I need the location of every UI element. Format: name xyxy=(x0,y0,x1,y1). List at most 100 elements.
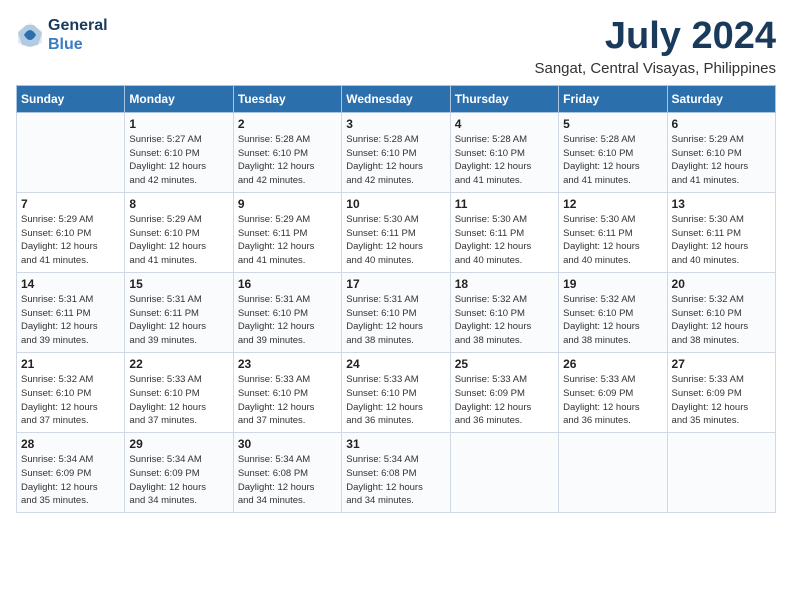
cell-info: Sunrise: 5:32 AM Sunset: 6:10 PM Dayligh… xyxy=(21,373,120,428)
calendar-cell: 2 Sunrise: 5:28 AM Sunset: 6:10 PM Daylig… xyxy=(233,112,341,192)
day-number: 22 xyxy=(129,357,228,371)
calendar-cell xyxy=(17,112,125,192)
cell-info: Sunrise: 5:28 AM Sunset: 6:10 PM Dayligh… xyxy=(455,133,554,188)
calendar-cell: 24 Sunrise: 5:33 AM Sunset: 6:10 PM Dayli… xyxy=(342,352,450,432)
day-number: 1 xyxy=(129,117,228,131)
calendar-week-4: 21 Sunrise: 5:32 AM Sunset: 6:10 PM Dayli… xyxy=(17,352,776,432)
cell-info: Sunrise: 5:34 AM Sunset: 6:08 PM Dayligh… xyxy=(238,453,337,508)
day-header-thursday: Thursday xyxy=(450,85,558,112)
cell-info: Sunrise: 5:33 AM Sunset: 6:10 PM Dayligh… xyxy=(346,373,445,428)
day-number: 12 xyxy=(563,197,662,211)
cell-info: Sunrise: 5:33 AM Sunset: 6:10 PM Dayligh… xyxy=(238,373,337,428)
day-number: 26 xyxy=(563,357,662,371)
calendar-cell: 4 Sunrise: 5:28 AM Sunset: 6:10 PM Daylig… xyxy=(450,112,558,192)
cell-info: Sunrise: 5:31 AM Sunset: 6:10 PM Dayligh… xyxy=(238,293,337,348)
calendar-week-1: 1 Sunrise: 5:27 AM Sunset: 6:10 PM Daylig… xyxy=(17,112,776,192)
calendar-cell: 19Sunrise: 5:32 AM Sunset: 6:10 PM Dayli… xyxy=(559,272,667,352)
day-number: 18 xyxy=(455,277,554,291)
cell-info: Sunrise: 5:27 AM Sunset: 6:10 PM Dayligh… xyxy=(129,133,228,188)
calendar-cell: 23 Sunrise: 5:33 AM Sunset: 6:10 PM Dayli… xyxy=(233,352,341,432)
day-number: 11 xyxy=(455,197,554,211)
cell-info: Sunrise: 5:29 AM Sunset: 6:10 PM Dayligh… xyxy=(21,213,120,268)
day-number: 16 xyxy=(238,277,337,291)
calendar-week-3: 14 Sunrise: 5:31 AM Sunset: 6:11 PM Dayli… xyxy=(17,272,776,352)
day-header-wednesday: Wednesday xyxy=(342,85,450,112)
calendar-cell: 13 Sunrise: 5:30 AM Sunset: 6:11 PM Dayli… xyxy=(667,192,775,272)
day-header-saturday: Saturday xyxy=(667,85,775,112)
day-number: 27 xyxy=(672,357,771,371)
cell-info: Sunrise: 5:33 AM Sunset: 6:09 PM Dayligh… xyxy=(563,373,662,428)
day-header-tuesday: Tuesday xyxy=(233,85,341,112)
day-number: 20 xyxy=(672,277,771,291)
calendar-cell: 14Sunrise: 5:31 AM Sunset: 6:11 PM Dayli… xyxy=(17,272,125,352)
cell-info: Sunrise: 5:30 AM Sunset: 6:11 PM Dayligh… xyxy=(346,213,445,268)
logo: General Blue xyxy=(16,16,108,54)
cell-info: Sunrise: 5:28 AM Sunset: 6:10 PM Dayligh… xyxy=(238,133,337,188)
cell-info: Sunrise: 5:29 AM Sunset: 6:10 PM Dayligh… xyxy=(129,213,228,268)
day-number: 29 xyxy=(129,437,228,451)
day-number: 8 xyxy=(129,197,228,211)
calendar-cell: 22 Sunrise: 5:33 AM Sunset: 6:10 PM Dayli… xyxy=(125,352,233,432)
day-number: 5 xyxy=(563,117,662,131)
day-number: 30 xyxy=(238,437,337,451)
day-number: 28 xyxy=(21,437,120,451)
calendar-cell: 1 Sunrise: 5:27 AM Sunset: 6:10 PM Daylig… xyxy=(125,112,233,192)
calendar-cell: 28 Sunrise: 5:34 AM Sunset: 6:09 PM Dayli… xyxy=(17,433,125,513)
calendar-week-5: 28 Sunrise: 5:34 AM Sunset: 6:09 PM Dayli… xyxy=(17,433,776,513)
cell-info: Sunrise: 5:34 AM Sunset: 6:09 PM Dayligh… xyxy=(21,453,120,508)
day-number: 4 xyxy=(455,117,554,131)
calendar-week-2: 7 Sunrise: 5:29 AM Sunset: 6:10 PM Daylig… xyxy=(17,192,776,272)
cell-info: Sunrise: 5:31 AM Sunset: 6:11 PM Dayligh… xyxy=(129,293,228,348)
calendar-cell: 21 Sunrise: 5:32 AM Sunset: 6:10 PM Dayli… xyxy=(17,352,125,432)
day-number: 14 xyxy=(21,277,120,291)
cell-info: Sunrise: 5:33 AM Sunset: 6:10 PM Dayligh… xyxy=(129,373,228,428)
day-number: 31 xyxy=(346,437,445,451)
day-number: 3 xyxy=(346,117,445,131)
month-title: July 2024 xyxy=(534,16,776,58)
day-number: 2 xyxy=(238,117,337,131)
calendar-cell: 17Sunrise: 5:31 AM Sunset: 6:10 PM Dayli… xyxy=(342,272,450,352)
cell-info: Sunrise: 5:32 AM Sunset: 6:10 PM Dayligh… xyxy=(672,293,771,348)
cell-info: Sunrise: 5:28 AM Sunset: 6:10 PM Dayligh… xyxy=(346,133,445,188)
cell-info: Sunrise: 5:30 AM Sunset: 6:11 PM Dayligh… xyxy=(672,213,771,268)
day-number: 24 xyxy=(346,357,445,371)
day-number: 10 xyxy=(346,197,445,211)
calendar-header-row: SundayMondayTuesdayWednesdayThursdayFrid… xyxy=(17,85,776,112)
day-number: 13 xyxy=(672,197,771,211)
cell-info: Sunrise: 5:34 AM Sunset: 6:08 PM Dayligh… xyxy=(346,453,445,508)
calendar-cell: 7 Sunrise: 5:29 AM Sunset: 6:10 PM Daylig… xyxy=(17,192,125,272)
calendar-cell: 6Sunrise: 5:29 AM Sunset: 6:10 PM Daylig… xyxy=(667,112,775,192)
calendar-cell: 10 Sunrise: 5:30 AM Sunset: 6:11 PM Dayli… xyxy=(342,192,450,272)
day-header-monday: Monday xyxy=(125,85,233,112)
calendar-cell: 25Sunrise: 5:33 AM Sunset: 6:09 PM Dayli… xyxy=(450,352,558,432)
calendar-cell: 18Sunrise: 5:32 AM Sunset: 6:10 PM Dayli… xyxy=(450,272,558,352)
calendar-body: 1 Sunrise: 5:27 AM Sunset: 6:10 PM Daylig… xyxy=(17,112,776,512)
calendar-cell: 27Sunrise: 5:33 AM Sunset: 6:09 PM Dayli… xyxy=(667,352,775,432)
calendar-table: SundayMondayTuesdayWednesdayThursdayFrid… xyxy=(16,85,776,513)
title-area: July 2024 Sangat, Central Visayas, Phili… xyxy=(534,16,776,77)
location-title: Sangat, Central Visayas, Philippines xyxy=(534,60,776,77)
cell-info: Sunrise: 5:30 AM Sunset: 6:11 PM Dayligh… xyxy=(455,213,554,268)
day-number: 15 xyxy=(129,277,228,291)
calendar-cell xyxy=(450,433,558,513)
day-number: 23 xyxy=(238,357,337,371)
cell-info: Sunrise: 5:29 AM Sunset: 6:11 PM Dayligh… xyxy=(238,213,337,268)
calendar-cell: 8 Sunrise: 5:29 AM Sunset: 6:10 PM Daylig… xyxy=(125,192,233,272)
logo-text: General Blue xyxy=(48,16,108,54)
day-number: 21 xyxy=(21,357,120,371)
calendar-cell: 31 Sunrise: 5:34 AM Sunset: 6:08 PM Dayli… xyxy=(342,433,450,513)
logo-icon xyxy=(16,21,44,49)
calendar-cell: 26 Sunrise: 5:33 AM Sunset: 6:09 PM Dayli… xyxy=(559,352,667,432)
day-number: 19 xyxy=(563,277,662,291)
calendar-cell: 15 Sunrise: 5:31 AM Sunset: 6:11 PM Dayli… xyxy=(125,272,233,352)
day-number: 9 xyxy=(238,197,337,211)
calendar-cell: 11 Sunrise: 5:30 AM Sunset: 6:11 PM Dayli… xyxy=(450,192,558,272)
calendar-cell: 3 Sunrise: 5:28 AM Sunset: 6:10 PM Daylig… xyxy=(342,112,450,192)
day-number: 25 xyxy=(455,357,554,371)
day-number: 7 xyxy=(21,197,120,211)
cell-info: Sunrise: 5:28 AM Sunset: 6:10 PM Dayligh… xyxy=(563,133,662,188)
calendar-cell: 5 Sunrise: 5:28 AM Sunset: 6:10 PM Daylig… xyxy=(559,112,667,192)
day-header-friday: Friday xyxy=(559,85,667,112)
day-number: 6 xyxy=(672,117,771,131)
calendar-cell: 29Sunrise: 5:34 AM Sunset: 6:09 PM Dayli… xyxy=(125,433,233,513)
